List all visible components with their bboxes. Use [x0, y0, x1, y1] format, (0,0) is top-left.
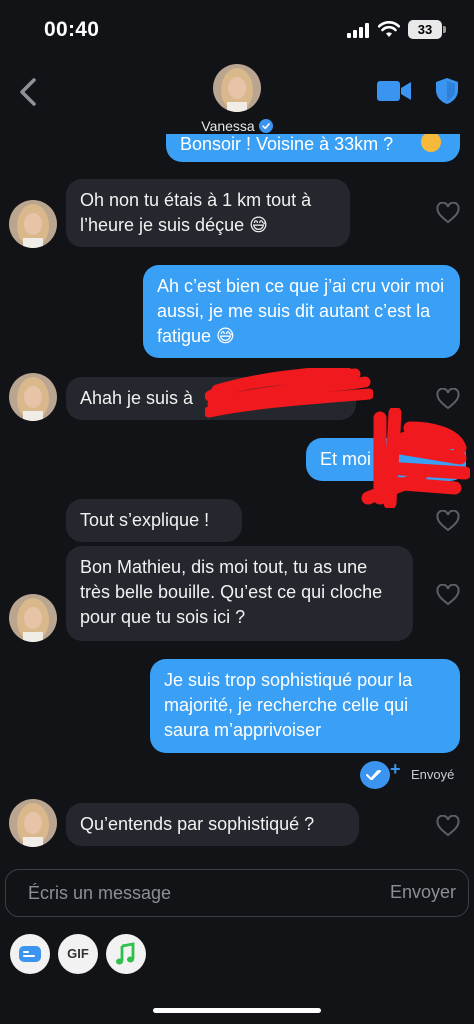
delivery-status-text: Envoyé [411, 767, 455, 782]
message-text: Je suis trop sophistiqué pour la majorit… [164, 670, 413, 740]
gif-label: GIF [67, 946, 89, 961]
chat-card-icon [19, 946, 41, 962]
video-call-icon[interactable] [376, 78, 412, 104]
message-text: Tout s’explique ! [80, 510, 210, 530]
status-time: 00:40 [44, 18, 100, 41]
contact-name: Vanessa [201, 118, 255, 134]
message-bubble-outgoing[interactable]: Je suis trop sophistiqué pour la majorit… [150, 659, 460, 753]
message-text: Ahah je suis à [80, 388, 194, 408]
battery-tip [443, 26, 446, 33]
emoji-icon [421, 132, 441, 152]
message-composer: Envoyer [5, 869, 469, 917]
verified-badge-icon [258, 119, 273, 133]
profile-photo-icon [9, 799, 57, 847]
profile-photo-icon [9, 200, 57, 248]
message-text: Bonsoir ! Voisine à 33km ? [180, 134, 394, 154]
profile-photo-icon [9, 373, 57, 421]
message-bubble-incoming[interactable]: Tout s’explique ! [66, 499, 242, 542]
message-bubble-incoming[interactable]: Qu’entends par sophistiqué ? [66, 803, 359, 846]
contact-name-row[interactable]: Vanessa [0, 118, 474, 134]
profile-photo-icon [9, 594, 57, 642]
plus-icon[interactable]: + [390, 759, 401, 780]
message-input[interactable] [28, 870, 358, 916]
heart-icon[interactable] [436, 584, 460, 606]
gif-button[interactable]: GIF [58, 934, 98, 974]
heart-icon[interactable] [436, 815, 460, 837]
message-text: Bon Mathieu, dis moi tout, tu as une trè… [80, 557, 383, 627]
chat-header: Vanessa [0, 58, 474, 134]
heart-icon[interactable] [436, 510, 460, 532]
battery-level: 33 [408, 20, 442, 39]
status-bar: 00:40 33 [0, 0, 474, 58]
home-indicator[interactable] [153, 1008, 321, 1013]
message-text: Qu’entends par sophistiqué ? [80, 814, 315, 834]
message-bubble-outgoing[interactable]: Ah c’est bien ce que j’ai cru voir moi a… [143, 265, 460, 358]
profile-photo-icon [213, 64, 261, 112]
message-text: Ah c’est bien ce que j’ai cru voir moi a… [157, 276, 445, 346]
contact-avatar[interactable] [213, 64, 261, 112]
message-bubble-incoming[interactable]: Oh non tu étais à 1 km tout à l’heure je… [66, 179, 350, 247]
avatar[interactable] [9, 200, 57, 248]
delivery-status: + Envoyé [360, 759, 470, 791]
music-note-icon [116, 942, 135, 965]
avatar[interactable] [9, 594, 57, 642]
avatar[interactable] [9, 799, 57, 847]
message-text: Oh non tu étais à 1 km tout à l’heure je… [80, 190, 312, 235]
cellular-signal-icon [347, 23, 369, 38]
sticker-button[interactable] [10, 934, 50, 974]
avatar[interactable] [9, 373, 57, 421]
safety-shield-icon[interactable] [434, 77, 460, 105]
redaction-scribble [205, 368, 373, 418]
music-button[interactable] [106, 934, 146, 974]
wifi-icon [378, 21, 400, 37]
heart-icon[interactable] [436, 202, 460, 224]
redaction-scribble [361, 408, 470, 508]
delivered-check-icon [360, 761, 390, 789]
heart-icon[interactable] [436, 388, 460, 410]
message-bubble-incoming[interactable]: Bon Mathieu, dis moi tout, tu as une trè… [66, 546, 413, 641]
back-chevron-icon[interactable] [12, 72, 44, 112]
send-button[interactable]: Envoyer [390, 882, 456, 903]
